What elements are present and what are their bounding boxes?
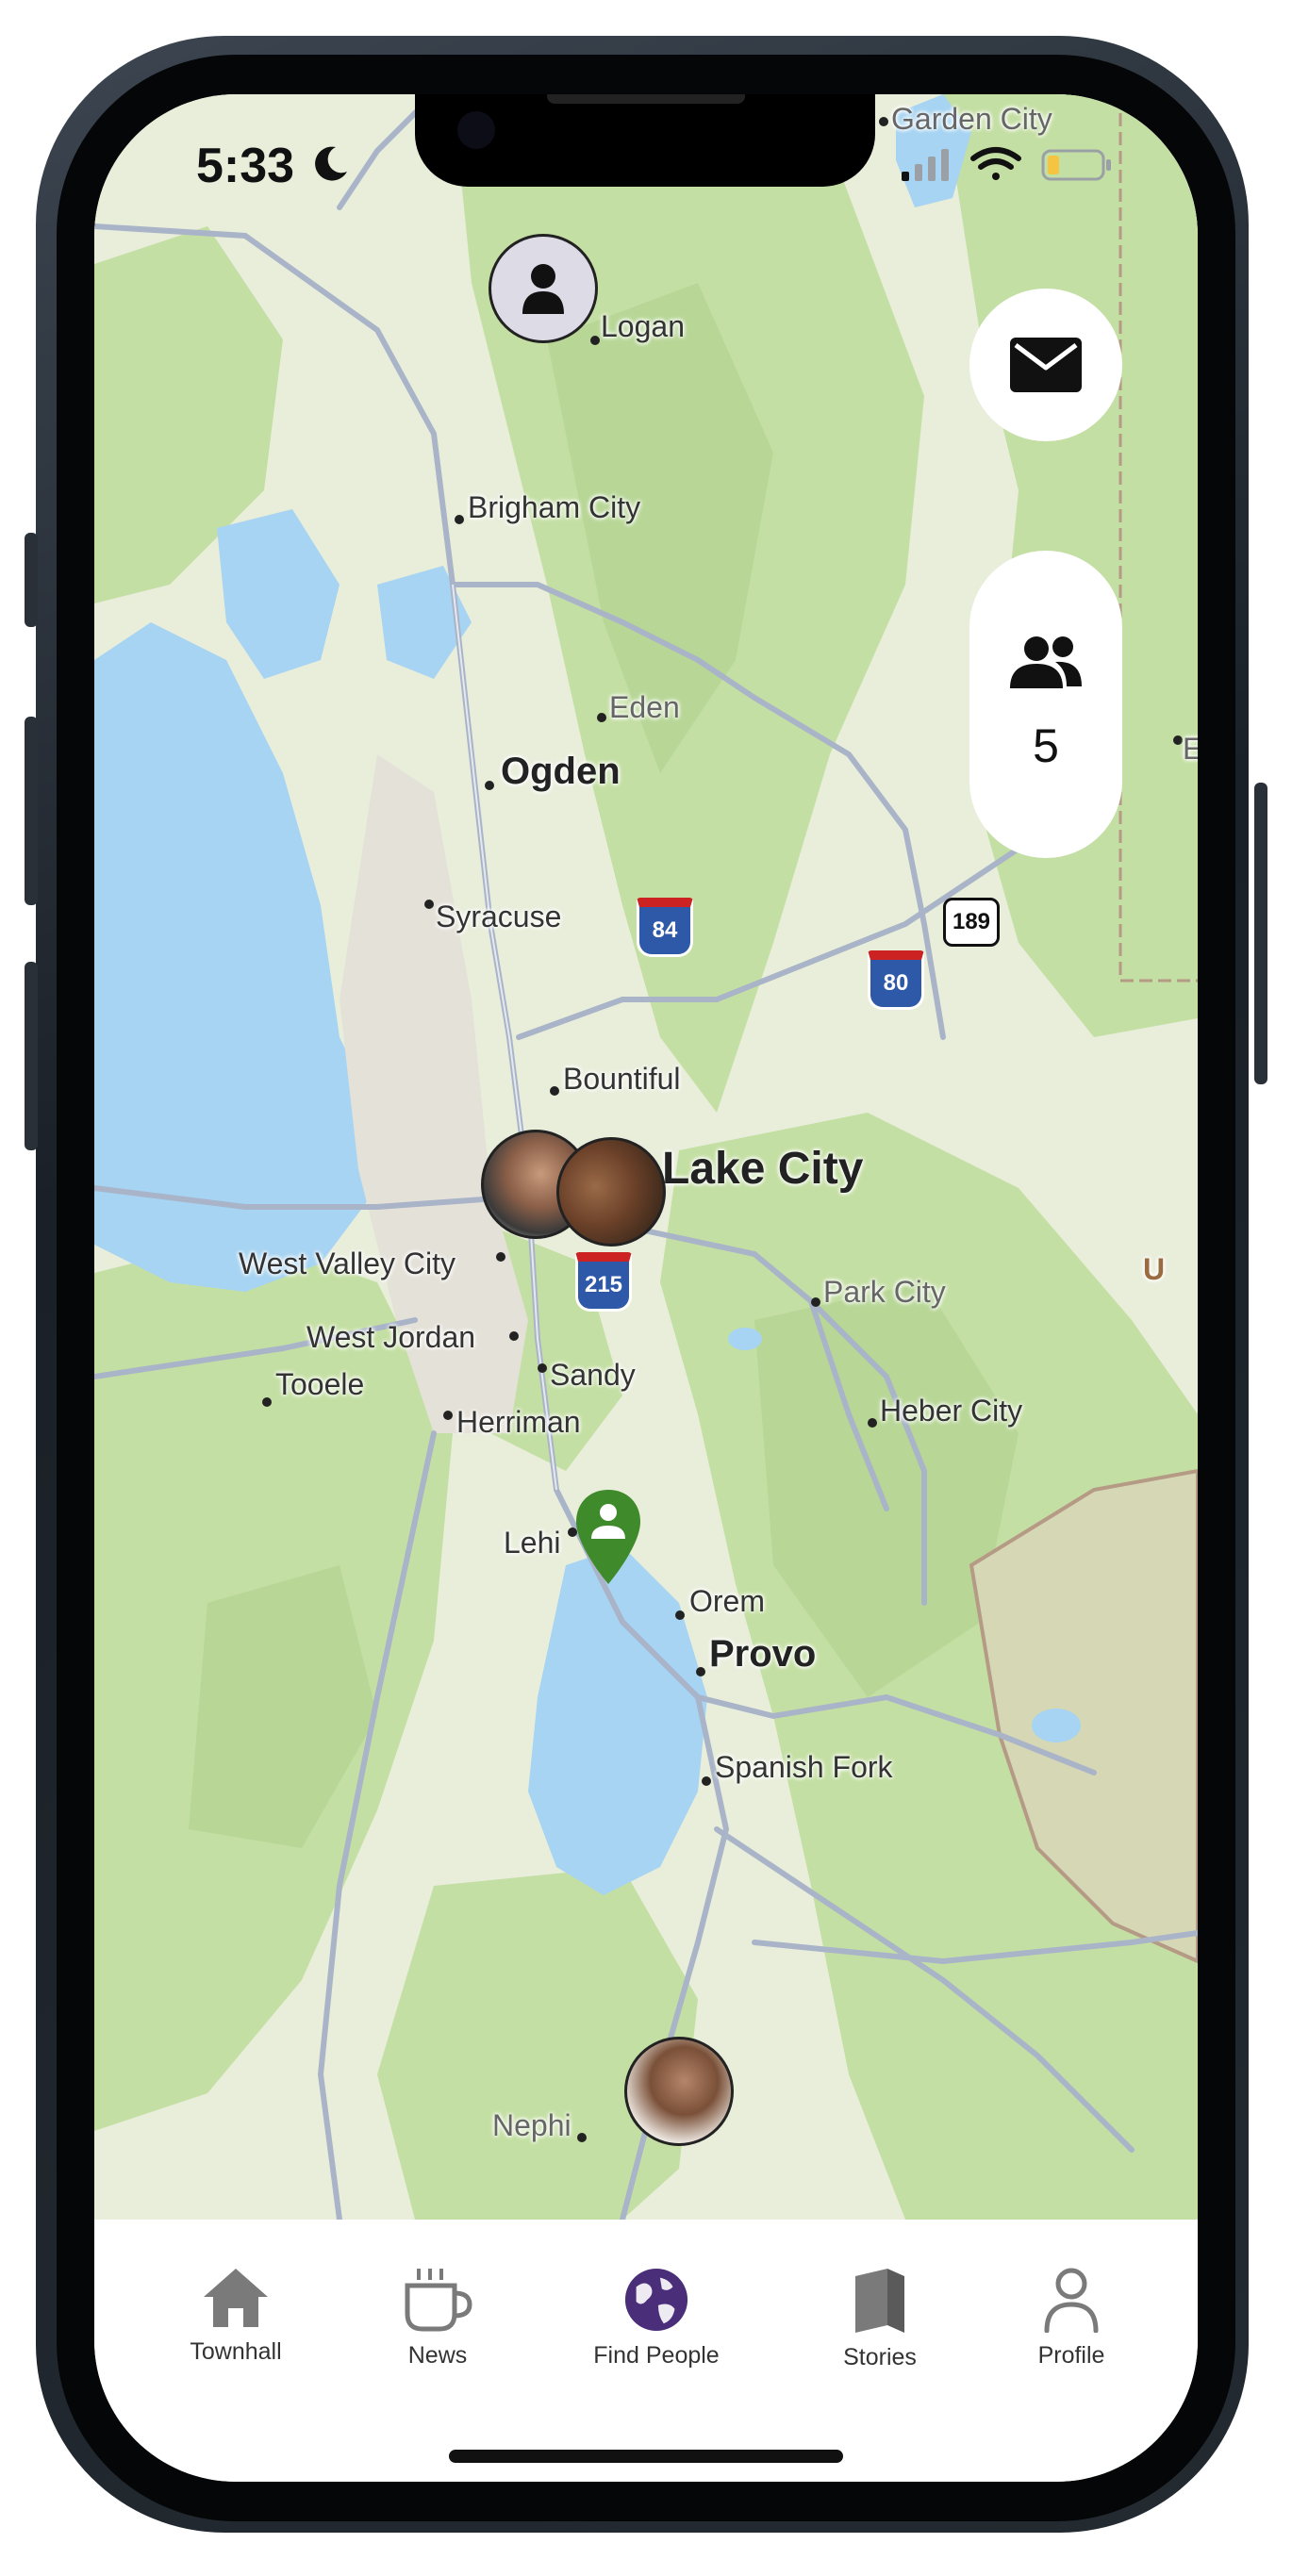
friends-count: 5 <box>1033 719 1059 772</box>
interstate-80-shield: 80 <box>868 950 924 1010</box>
town-label-salt-lake-city[interactable]: Lake City <box>662 1143 863 1195</box>
volume-down-button <box>25 962 38 1150</box>
town-dot <box>696 1667 705 1676</box>
envelope-icon <box>1010 338 1082 392</box>
screen: Garden City Logan Brigham City Eden Ogde… <box>94 94 1198 2482</box>
status-time: 5:33 <box>196 139 295 193</box>
globe-icon <box>624 2268 688 2332</box>
volume-up-button <box>25 717 38 905</box>
town-label-park-city[interactable]: Park City <box>823 1275 946 1310</box>
town-dot <box>1173 735 1183 745</box>
tab-bar: Townhall News Find People Stories Profil… <box>94 2220 1198 2482</box>
town-label-tooele[interactable]: Tooele <box>275 1367 364 1402</box>
coffee-cup-icon <box>405 2269 472 2332</box>
town-dot <box>868 1418 877 1428</box>
interstate-215-shield: 215 <box>575 1252 632 1312</box>
tab-label: Stories <box>843 2344 917 2370</box>
user-avatar-photo[interactable] <box>556 1137 666 1247</box>
town-label-logan[interactable]: Logan <box>601 309 685 344</box>
town-dot <box>496 1252 505 1262</box>
home-indicator[interactable] <box>449 2450 843 2463</box>
town-dot <box>509 1331 519 1341</box>
town-dot <box>262 1397 272 1407</box>
town-dot <box>675 1610 685 1620</box>
cellular-icon <box>902 149 949 181</box>
town-label-herriman[interactable]: Herriman <box>456 1405 581 1440</box>
mute-switch <box>25 533 38 627</box>
town-dot <box>485 781 494 790</box>
town-dot <box>879 117 888 126</box>
tab-townhall[interactable]: Townhall <box>141 2267 330 2366</box>
tab-label: Profile <box>1037 2342 1105 2369</box>
front-camera <box>457 111 495 149</box>
person-icon <box>522 264 564 314</box>
town-dot <box>811 1297 820 1307</box>
town-dot <box>443 1411 453 1420</box>
town-dot <box>424 900 434 909</box>
tab-find-people[interactable]: Find People <box>562 2267 751 2370</box>
tab-label: News <box>407 2342 468 2369</box>
wifi-icon <box>970 147 1021 180</box>
town-dot <box>538 1363 547 1373</box>
current-location-pin-icon[interactable] <box>574 1488 642 1586</box>
user-avatar-photo[interactable] <box>624 2037 734 2146</box>
town-dot <box>590 336 600 345</box>
town-label-heber-city[interactable]: Heber City <box>880 1394 1022 1428</box>
town-dot <box>455 515 464 524</box>
status-icons <box>902 147 1111 181</box>
book-icon <box>855 2269 904 2333</box>
town-label-west-valley-city[interactable]: West Valley City <box>239 1247 456 1281</box>
town-dot <box>702 1776 711 1786</box>
town-label-provo[interactable]: Provo <box>709 1633 816 1676</box>
user-avatar-logan[interactable] <box>489 234 598 343</box>
town-label-nephi[interactable]: Nephi <box>492 2108 571 2143</box>
friends-nearby-button[interactable]: 5 <box>969 551 1122 858</box>
power-button <box>1254 783 1267 1084</box>
town-label-sandy[interactable]: Sandy <box>550 1358 636 1393</box>
town-label-lehi[interactable]: Lehi <box>504 1526 561 1560</box>
town-label-bountiful[interactable]: Bountiful <box>563 1062 681 1097</box>
tab-profile[interactable]: Profile <box>977 2267 1166 2370</box>
town-label-garden-city[interactable]: Garden City <box>891 102 1052 137</box>
interstate-84-shield: 84 <box>637 898 693 957</box>
town-label-brigham-city[interactable]: Brigham City <box>468 490 640 525</box>
town-dot <box>577 2133 587 2142</box>
town-label-spanish-fork[interactable]: Spanish Fork <box>715 1750 893 1785</box>
tab-label: Townhall <box>190 2338 282 2365</box>
messages-button[interactable] <box>969 289 1122 441</box>
town-label-eden[interactable]: Eden <box>609 690 680 725</box>
moon-icon <box>315 146 347 181</box>
tab-label: Find People <box>593 2342 720 2369</box>
battery-icon <box>1041 149 1111 181</box>
town-label-edge-u: U <box>1143 1252 1166 1286</box>
town-label-orem[interactable]: Orem <box>689 1584 765 1619</box>
person-icon <box>1044 2268 1099 2333</box>
tab-news[interactable]: News <box>343 2267 532 2370</box>
town-dot <box>550 1086 559 1096</box>
town-label-syracuse[interactable]: Syracuse <box>436 900 561 934</box>
town-dot <box>597 713 606 722</box>
home-icon <box>204 2269 268 2327</box>
town-label-edge-e: E <box>1183 732 1198 766</box>
us-189-shield: 189 <box>943 898 1000 947</box>
town-label-west-jordan[interactable]: West Jordan <box>306 1320 475 1355</box>
tab-stories[interactable]: Stories <box>786 2267 974 2371</box>
people-icon <box>1010 636 1082 688</box>
town-label-ogden[interactable]: Ogden <box>501 751 621 793</box>
earpiece <box>547 94 745 104</box>
